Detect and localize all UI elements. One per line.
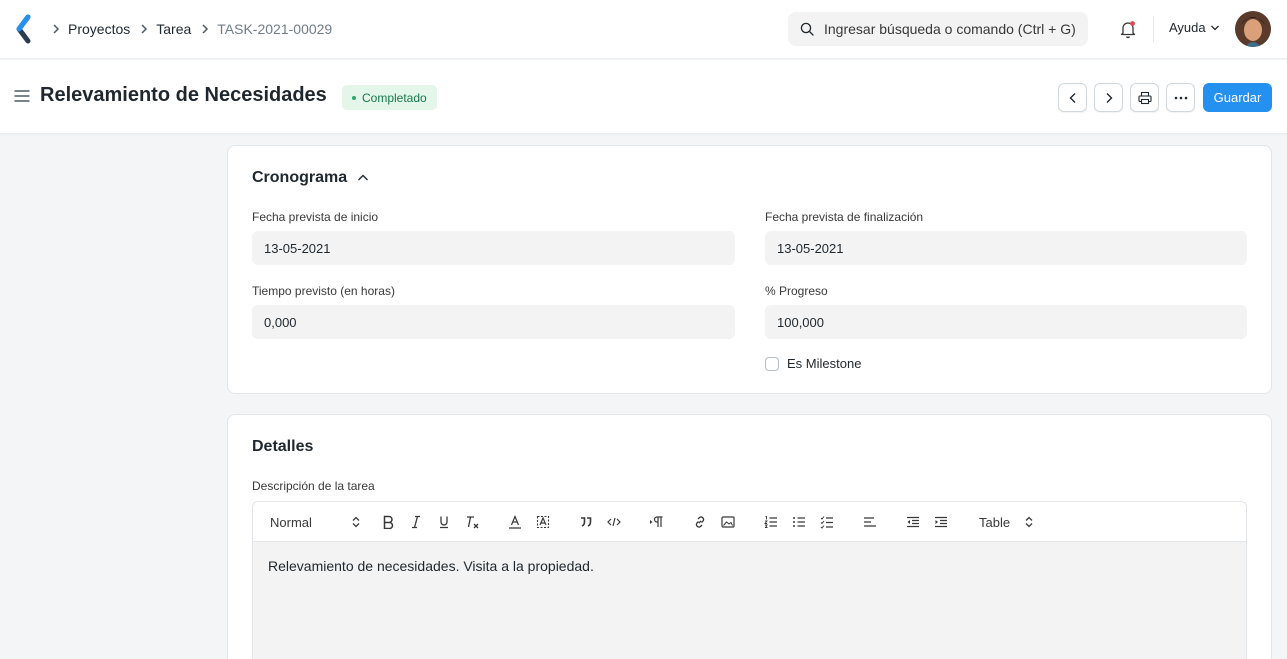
bold-button[interactable] — [379, 512, 397, 532]
sort-caret-icon — [352, 516, 360, 528]
text-format-select[interactable]: Normal — [270, 512, 360, 532]
milestone-checkbox-row[interactable]: Es Milestone — [765, 356, 861, 371]
table-select-value: Table — [979, 514, 1011, 530]
breadcrumb: Proyectos Tarea TASK-2021-00029 — [48, 0, 338, 58]
sidebar-toggle-icon[interactable] — [14, 89, 30, 103]
table-select[interactable]: Table — [979, 512, 1033, 532]
section-title: Cronograma — [252, 169, 348, 186]
schedule-section: Cronograma Fecha prevista de inicio 13-0… — [227, 145, 1272, 394]
expected-hours-label: Tiempo previsto (en horas) — [252, 284, 395, 298]
search-icon — [800, 22, 814, 36]
checklist-button[interactable] — [818, 512, 836, 532]
chevron-right-icon — [1106, 92, 1112, 103]
underline-button[interactable] — [435, 512, 453, 532]
code-block-button[interactable] — [605, 512, 623, 532]
previous-button[interactable] — [1058, 83, 1087, 112]
bold-icon — [383, 515, 394, 529]
user-avatar[interactable] — [1235, 11, 1271, 47]
milestone-label: Es Milestone — [787, 356, 862, 371]
sort-caret-icon — [1025, 516, 1033, 528]
expected-hours-field[interactable]: 0,000 — [252, 305, 735, 339]
chevron-right-icon — [52, 24, 60, 34]
progress-field[interactable]: 100,000 — [765, 305, 1247, 339]
text-format-value: Normal — [270, 514, 312, 530]
chevron-up-icon — [358, 174, 369, 181]
quote-icon — [581, 517, 592, 527]
breadcrumb-tarea[interactable]: Tarea — [156, 21, 191, 37]
image-icon — [721, 516, 735, 528]
ordered-list-button[interactable] — [762, 512, 780, 532]
ordered-list-icon — [764, 516, 777, 528]
description-text: Relevamiento de necesidades. Visita a la… — [268, 558, 594, 574]
clear-format-button[interactable] — [463, 512, 481, 532]
clear-format-icon — [467, 516, 479, 529]
description-label: Descripción de la tarea — [252, 479, 375, 493]
chevron-right-icon — [140, 24, 148, 34]
blockquote-button[interactable] — [577, 512, 595, 532]
outdent-button[interactable] — [904, 512, 922, 532]
ellipsis-icon — [1174, 96, 1187, 99]
printer-icon — [1137, 91, 1152, 104]
end-date-label: Fecha prevista de finalización — [765, 210, 924, 224]
highlight-button[interactable] — [534, 512, 552, 532]
checklist-icon — [820, 516, 833, 529]
underline-icon — [440, 516, 448, 529]
outdent-icon — [907, 516, 919, 528]
bullet-list-icon — [793, 517, 805, 527]
font-color-button[interactable] — [506, 512, 524, 532]
app-logo-icon[interactable] — [14, 14, 36, 44]
chevron-down-icon — [1210, 25, 1219, 30]
navbar-divider — [1153, 16, 1154, 42]
more-actions-button[interactable] — [1166, 83, 1195, 112]
breadcrumb-proyectos[interactable]: Proyectos — [68, 21, 130, 37]
breadcrumb-current[interactable]: TASK-2021-00029 — [217, 21, 332, 37]
italic-button[interactable] — [407, 512, 425, 532]
highlight-icon — [536, 515, 550, 529]
save-button[interactable]: Guardar — [1203, 83, 1272, 112]
start-date-field[interactable]: 13-05-2021 — [252, 231, 735, 265]
notification-bell-icon[interactable] — [1117, 18, 1139, 40]
schedule-section-header[interactable]: Cronograma — [252, 169, 369, 187]
status-badge: Completado — [342, 85, 437, 110]
navbar: Proyectos Tarea TASK-2021-00029 Ayuda — [0, 0, 1287, 59]
section-title: Detalles — [252, 438, 314, 455]
chevron-left-icon — [1069, 92, 1075, 103]
next-button[interactable] — [1094, 83, 1123, 112]
link-icon — [695, 516, 705, 528]
page-header: Relevamiento de Necesidades Completado G… — [0, 60, 1287, 134]
indent-icon — [935, 516, 947, 528]
align-left-icon — [864, 517, 876, 527]
start-date-label: Fecha prevista de inicio — [252, 210, 379, 224]
help-dropdown[interactable]: Ayuda — [1169, 20, 1220, 35]
milestone-checkbox[interactable] — [765, 356, 779, 371]
link-button[interactable] — [691, 512, 709, 532]
page-title: Relevamiento de Necesidades — [40, 84, 327, 106]
code-icon — [607, 517, 621, 527]
paragraph-direction-button[interactable] — [648, 512, 666, 532]
status-dot — [352, 95, 356, 100]
progress-label: % Progreso — [765, 284, 828, 298]
details-section-header: Detalles — [252, 438, 313, 456]
details-section: Detalles Descripción de la tarea Normal — [227, 414, 1272, 659]
image-button[interactable] — [719, 512, 737, 532]
align-button[interactable] — [861, 512, 879, 532]
font-color-icon — [509, 515, 521, 529]
description-editor[interactable]: Relevamiento de necesidades. Visita a la… — [252, 541, 1247, 659]
italic-icon — [412, 515, 420, 529]
chevron-right-icon — [201, 24, 209, 34]
bullet-list-button[interactable] — [790, 512, 808, 532]
search-input[interactable] — [824, 21, 1084, 37]
indent-button[interactable] — [932, 512, 950, 532]
status-label: Completado — [362, 90, 427, 105]
end-date-field[interactable]: 13-05-2021 — [765, 231, 1247, 265]
help-label: Ayuda — [1169, 20, 1206, 35]
paragraph-direction-icon — [650, 516, 663, 527]
search-bar[interactable] — [788, 12, 1088, 46]
print-button[interactable] — [1130, 83, 1159, 112]
editor-toolbar: Normal Table — [252, 501, 1247, 541]
